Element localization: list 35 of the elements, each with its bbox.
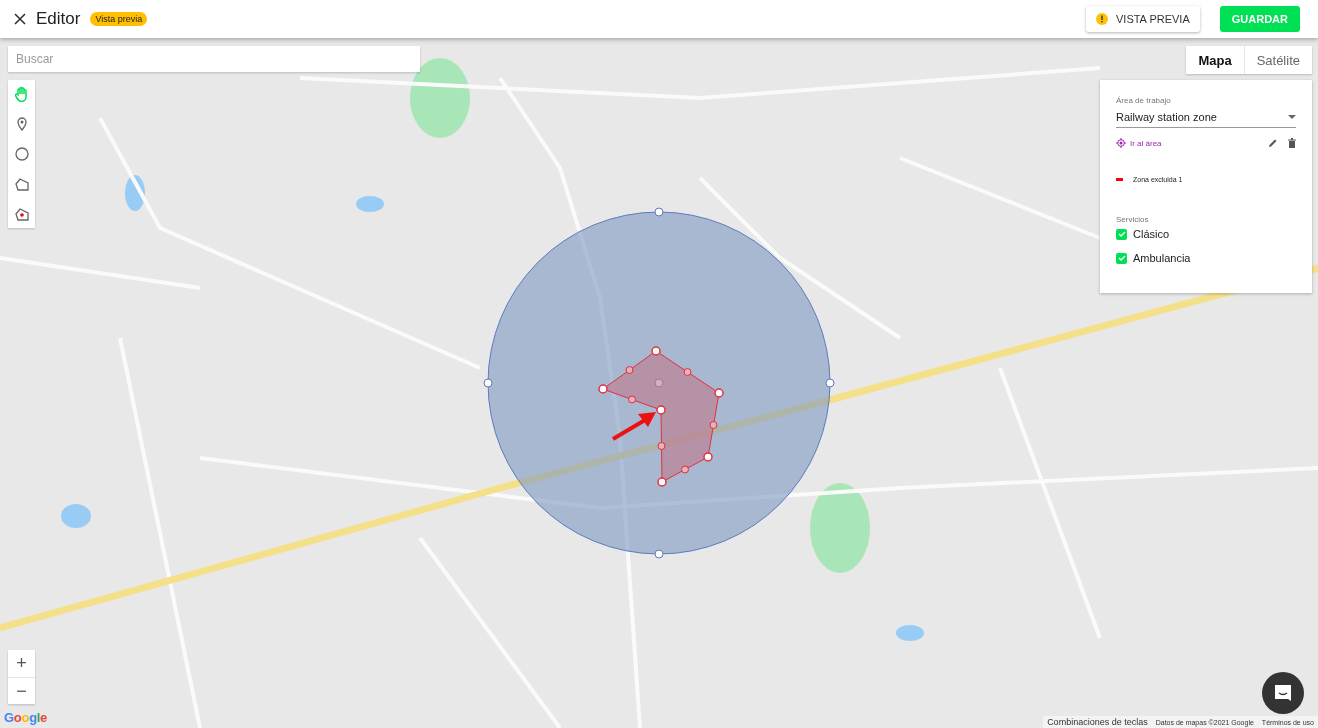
- hand-icon: [14, 86, 29, 102]
- warning-icon: [1096, 13, 1108, 25]
- map-type-tab[interactable]: Mapa: [1186, 46, 1244, 74]
- service-label: Clásico: [1133, 228, 1170, 240]
- lake-area: [896, 625, 924, 641]
- editor-title: Editor: [36, 9, 81, 29]
- services-label: Servicios: [1116, 215, 1150, 224]
- preview-button[interactable]: VISTA PREVIA: [1086, 6, 1200, 32]
- zoom-out-button[interactable]: −: [8, 677, 35, 704]
- zoom-in-button[interactable]: +: [8, 650, 35, 677]
- map-type-tab[interactable]: Satélite: [1243, 46, 1312, 74]
- chat-icon: [1273, 683, 1293, 703]
- search-field[interactable]: Buscar: [8, 46, 420, 72]
- map-logo: Google: [4, 710, 48, 725]
- lake-area: [125, 175, 145, 211]
- edit-icon[interactable]: [1268, 138, 1278, 148]
- chat-button[interactable]: [1262, 672, 1304, 714]
- service-label: Ambulancia: [1133, 252, 1191, 264]
- service-checkbox[interactable]: [1116, 252, 1127, 264]
- dropdown-caret-icon: [1288, 115, 1296, 119]
- pin-icon: [16, 117, 27, 131]
- close-icon[interactable]: [14, 13, 26, 25]
- go-to-area-link[interactable]: Ir al área: [1116, 138, 1162, 148]
- attribution-text[interactable]: Combinaciones de teclas: [1047, 717, 1148, 727]
- preview-badge: Vista previa: [90, 12, 148, 26]
- service-checkbox[interactable]: [1116, 228, 1127, 240]
- area-select[interactable]: Railway station zone: [1116, 107, 1296, 128]
- target-icon: [1116, 138, 1126, 148]
- lake-area: [356, 196, 384, 212]
- area-label: Área de trabajo: [1116, 96, 1172, 105]
- lake-area: [61, 504, 91, 528]
- polygon-icon: [14, 177, 29, 191]
- circle-icon: [14, 147, 29, 161]
- trash-icon[interactable]: [1288, 138, 1296, 148]
- pointer-arrow: [611, 412, 656, 441]
